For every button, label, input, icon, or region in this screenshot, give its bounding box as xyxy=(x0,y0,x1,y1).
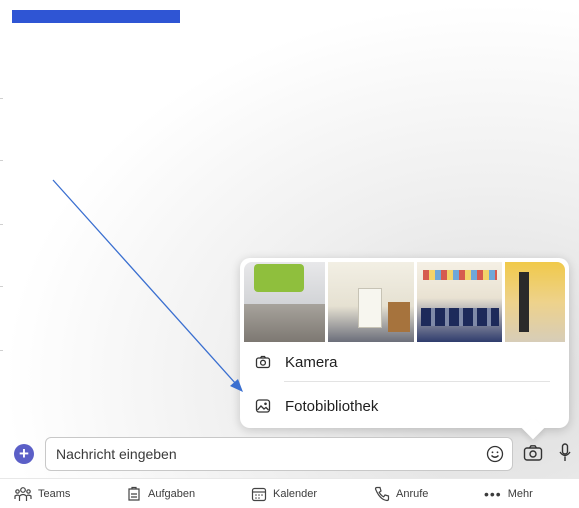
teams-icon xyxy=(14,487,32,501)
nav-label: Anrufe xyxy=(396,488,429,500)
message-placeholder: Nachricht eingeben xyxy=(56,446,177,462)
bottom-navigation: Teams Aufgaben Kalender Anrufe ••• Mehr xyxy=(0,478,579,508)
nav-label: Aufgaben xyxy=(148,488,196,500)
nav-item-anrufe[interactable]: Anrufe xyxy=(374,485,428,503)
nav-item-teams[interactable]: Teams xyxy=(14,485,70,503)
more-icon: ••• xyxy=(484,486,502,502)
phone-icon xyxy=(374,486,390,502)
compose-bar: + Nachricht eingeben xyxy=(0,432,579,474)
calendar-icon xyxy=(251,487,267,502)
nav-item-aufgaben[interactable]: Aufgaben xyxy=(126,485,195,503)
microphone-icon[interactable] xyxy=(559,443,571,463)
plus-button[interactable]: + xyxy=(14,444,34,464)
nav-item-mehr[interactable]: ••• Mehr xyxy=(484,485,533,503)
nav-label: Kalender xyxy=(273,488,318,500)
nav-label: Mehr xyxy=(507,488,533,500)
annotation-arrow xyxy=(52,179,243,392)
nav-item-kalender[interactable]: Kalender xyxy=(251,485,317,503)
nav-label: Teams xyxy=(38,488,71,500)
tasks-icon xyxy=(128,486,140,501)
plus-icon: + xyxy=(19,444,29,463)
camera-icon[interactable] xyxy=(523,444,543,462)
message-input[interactable]: Nachricht eingeben xyxy=(45,437,513,471)
emoji-icon[interactable] xyxy=(486,445,504,463)
